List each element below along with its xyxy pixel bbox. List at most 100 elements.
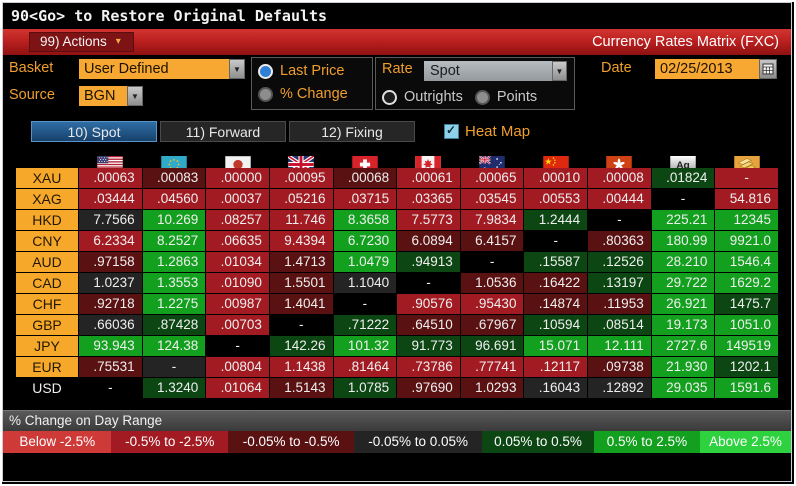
matrix-cell-xag-cny[interactable]: .00553	[524, 189, 588, 209]
tab-10-spot[interactable]: 10) Spot	[31, 120, 157, 142]
matrix-cell-xau-usd[interactable]: .00063	[79, 168, 142, 188]
matrix-cell-eur-cad[interactable]: .73786	[397, 357, 460, 377]
matrix-cell-cad-aud[interactable]: 1.0536	[460, 273, 524, 293]
matrix-cell-usd-cny[interactable]: .16043	[524, 378, 588, 398]
matrix-cell-usd-gbp[interactable]: 1.5143	[269, 378, 333, 398]
calendar-icon[interactable]	[759, 59, 777, 79]
matrix-cell-aud-xag[interactable]: 28.210	[651, 252, 715, 272]
matrix-cell-hkd-eur[interactable]: 10.269	[142, 210, 206, 230]
matrix-cell-gbp-chf[interactable]: .71222	[333, 315, 397, 335]
basket-select[interactable]: User Defined	[79, 59, 234, 79]
matrix-cell-eur-usd[interactable]: .75531	[79, 357, 142, 377]
matrix-cell-cny-eur[interactable]: 8.2527	[142, 231, 206, 251]
matrix-cell-usd-xau[interactable]: 1591.6	[715, 378, 778, 398]
radio-selected-icon[interactable]	[258, 63, 273, 79]
row-label-cny[interactable]: CNY	[16, 231, 78, 251]
matrix-cell-eur-cny[interactable]: .12117	[524, 357, 588, 377]
matrix-cell-usd-cad[interactable]: .97690	[397, 378, 460, 398]
matrix-cell-cny-xag[interactable]: 180.99	[651, 231, 715, 251]
matrix-cell-eur-hkd[interactable]: .09738	[588, 357, 651, 377]
matrix-cell-chf-aud[interactable]: .95430	[460, 294, 524, 314]
matrix-cell-usd-jpy[interactable]: .01064	[206, 378, 269, 398]
matrix-cell-xag-eur[interactable]: .04560	[142, 189, 206, 209]
matrix-cell-xau-cny[interactable]: .00010	[524, 168, 588, 188]
matrix-cell-cny-gbp[interactable]: 9.4394	[269, 231, 333, 251]
matrix-cell-cad-cad[interactable]: -	[397, 273, 460, 293]
radio-selected-icon[interactable]	[382, 89, 397, 105]
matrix-cell-jpy-xag[interactable]: 2727.6	[651, 336, 715, 356]
matrix-cell-xau-cad[interactable]: .00061	[397, 168, 460, 188]
matrix-cell-cny-usd[interactable]: 6.2334	[79, 231, 142, 251]
matrix-cell-aud-jpy[interactable]: .01034	[206, 252, 269, 272]
source-dropdown-arrow-icon[interactable]: ▼	[127, 86, 143, 106]
matrix-cell-aud-hkd[interactable]: .12526	[588, 252, 651, 272]
matrix-cell-jpy-xau[interactable]: 149519	[715, 336, 778, 356]
matrix-cell-gbp-cad[interactable]: .64510	[397, 315, 460, 335]
matrix-cell-chf-jpy[interactable]: .00987	[206, 294, 269, 314]
tab-12-fixing[interactable]: 12) Fixing	[289, 120, 415, 142]
date-input[interactable]: 02/25/2013	[655, 59, 762, 79]
matrix-cell-jpy-chf[interactable]: 101.32	[333, 336, 397, 356]
matrix-cell-cad-xau[interactable]: 1629.2	[715, 273, 778, 293]
matrix-cell-chf-chf[interactable]: -	[333, 294, 397, 314]
matrix-cell-gbp-cny[interactable]: .10594	[524, 315, 588, 335]
matrix-cell-cad-cny[interactable]: .16422	[524, 273, 588, 293]
matrix-cell-hkd-cad[interactable]: 7.5773	[397, 210, 460, 230]
matrix-cell-jpy-jpy[interactable]: -	[206, 336, 269, 356]
row-label-xag[interactable]: XAG	[16, 189, 78, 209]
matrix-cell-xag-jpy[interactable]: .00037	[206, 189, 269, 209]
matrix-cell-cad-gbp[interactable]: 1.5501	[269, 273, 333, 293]
matrix-cell-cny-jpy[interactable]: .06635	[206, 231, 269, 251]
matrix-cell-eur-xau[interactable]: 1202.1	[715, 357, 778, 377]
matrix-cell-cny-cad[interactable]: 6.0894	[397, 231, 460, 251]
matrix-cell-eur-chf[interactable]: .81464	[333, 357, 397, 377]
matrix-cell-cny-xau[interactable]: 9921.0	[715, 231, 778, 251]
matrix-cell-xau-chf[interactable]: .00068	[333, 168, 397, 188]
matrix-cell-chf-xau[interactable]: 1475.7	[715, 294, 778, 314]
matrix-cell-aud-aud[interactable]: -	[460, 252, 524, 272]
matrix-cell-aud-usd[interactable]: .97158	[79, 252, 142, 272]
matrix-cell-chf-eur[interactable]: 1.2275	[142, 294, 206, 314]
matrix-cell-xau-gbp[interactable]: .00095	[269, 168, 333, 188]
matrix-cell-gbp-gbp[interactable]: -	[269, 315, 333, 335]
matrix-cell-hkd-xau[interactable]: 12345	[715, 210, 778, 230]
row-label-chf[interactable]: CHF	[16, 294, 78, 314]
matrix-cell-hkd-usd[interactable]: 7.7566	[79, 210, 142, 230]
matrix-cell-hkd-hkd[interactable]: -	[588, 210, 651, 230]
matrix-cell-hkd-chf[interactable]: 8.3658	[333, 210, 397, 230]
matrix-cell-aud-eur[interactable]: 1.2863	[142, 252, 206, 272]
matrix-cell-xau-xag[interactable]: .01824	[651, 168, 715, 188]
matrix-cell-cny-hkd[interactable]: .80363	[588, 231, 651, 251]
row-label-eur[interactable]: EUR	[16, 357, 78, 377]
matrix-cell-xag-hkd[interactable]: .00444	[588, 189, 651, 209]
matrix-cell-cad-hkd[interactable]: .13197	[588, 273, 651, 293]
matrix-cell-cad-xag[interactable]: 29.722	[651, 273, 715, 293]
matrix-cell-cad-jpy[interactable]: .01090	[206, 273, 269, 293]
actions-menu-button[interactable]: 99) Actions ▾	[29, 32, 134, 52]
matrix-cell-xau-jpy[interactable]: .00000	[206, 168, 269, 188]
matrix-cell-cny-cny[interactable]: -	[524, 231, 588, 251]
heat-map-toggle[interactable]: Heat Map	[444, 123, 530, 140]
matrix-cell-xag-usd[interactable]: .03444	[79, 189, 142, 209]
matrix-cell-eur-jpy[interactable]: .00804	[206, 357, 269, 377]
matrix-cell-jpy-aud[interactable]: 96.691	[460, 336, 524, 356]
matrix-cell-eur-aud[interactable]: .77741	[460, 357, 524, 377]
matrix-cell-hkd-jpy[interactable]: .08257	[206, 210, 269, 230]
matrix-cell-jpy-hkd[interactable]: 12.111	[588, 336, 651, 356]
rate-select[interactable]: Spot	[424, 61, 558, 81]
row-label-gbp[interactable]: GBP	[16, 315, 78, 335]
source-select[interactable]: BGN	[79, 86, 132, 106]
matrix-cell-chf-cad[interactable]: .90576	[397, 294, 460, 314]
matrix-cell-aud-cny[interactable]: .15587	[524, 252, 588, 272]
matrix-cell-hkd-aud[interactable]: 7.9834	[460, 210, 524, 230]
matrix-cell-cny-chf[interactable]: 6.7230	[333, 231, 397, 251]
checkbox-checked-icon[interactable]	[444, 123, 459, 139]
matrix-cell-xag-chf[interactable]: .03715	[333, 189, 397, 209]
matrix-cell-cad-eur[interactable]: 1.3553	[142, 273, 206, 293]
rate-dropdown-arrow-icon[interactable]: ▼	[552, 61, 567, 81]
matrix-cell-usd-usd[interactable]: -	[79, 378, 142, 398]
matrix-cell-xag-gbp[interactable]: .05216	[269, 189, 333, 209]
row-label-xau[interactable]: XAU	[16, 168, 78, 188]
points-option[interactable]: Points	[469, 84, 543, 107]
matrix-cell-xau-hkd[interactable]: .00008	[588, 168, 651, 188]
